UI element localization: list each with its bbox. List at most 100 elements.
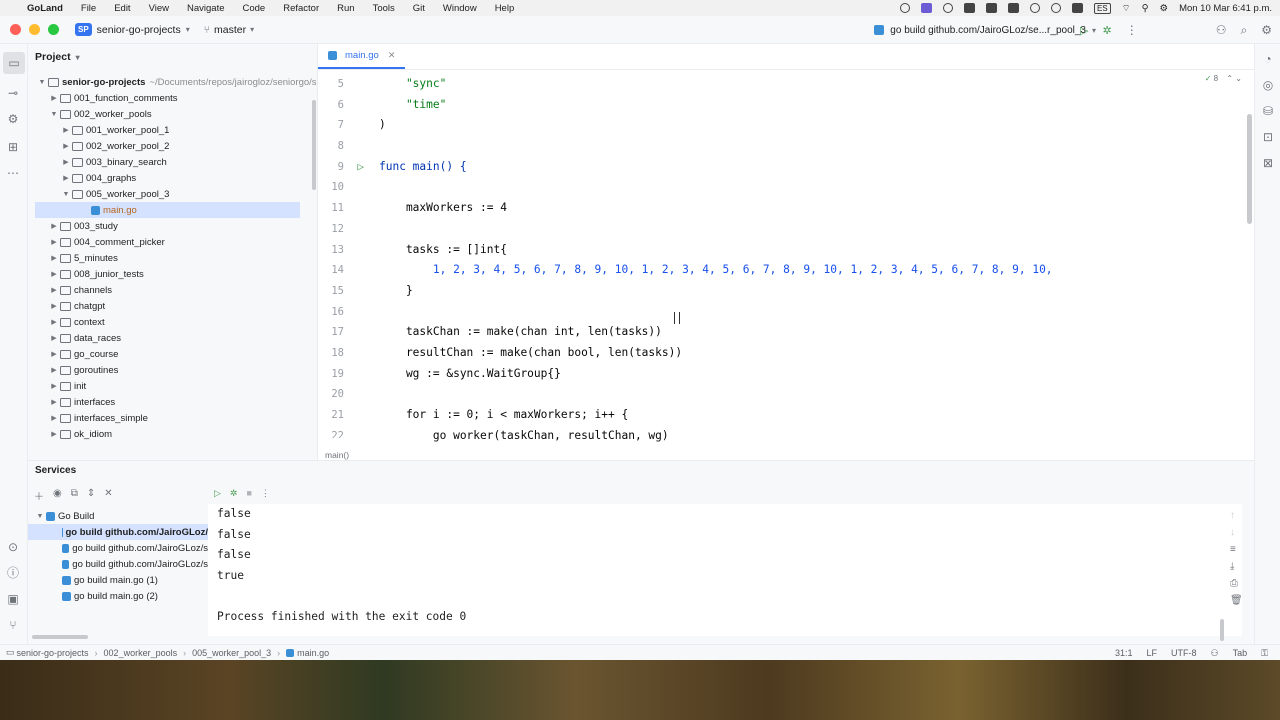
branch-switcher[interactable]: ⑂ master ▾ [204,24,254,36]
problems-tool-icon[interactable]: ⓘ [6,566,20,580]
tree-item[interactable]: ▼ 005_worker_pool_3 [28,186,318,202]
caret-position[interactable]: 31:1 [1115,648,1133,658]
chevron-right-icon[interactable]: ▶ [60,142,72,150]
chevron-right-icon[interactable]: ▶ [48,222,60,230]
stop-icon[interactable]: ■ [246,488,251,499]
menu-clock[interactable]: Mon 10 Mar 6:41 p.m. [1179,3,1272,14]
file-encoding[interactable]: UTF-8 [1171,648,1197,658]
lock-icon[interactable]: ⚿ [1261,648,1268,659]
search-everywhere-icon[interactable]: ⌕ [1241,23,1248,38]
chevron-right-icon[interactable]: ▶ [48,94,60,102]
tree-item[interactable]: ▶ 003_binary_search [28,154,318,170]
zoom-window-button[interactable] [48,24,59,35]
run-gutter-icon[interactable]: ▷ [357,157,364,178]
notifications-icon[interactable]: ◔ [1261,52,1275,66]
menu-code[interactable]: Code [234,3,275,14]
print-icon[interactable]: ⎙ [1230,578,1243,589]
database-icon[interactable]: ⛁ [1261,104,1275,118]
tree-item[interactable]: ▶ 008_junior_tests [28,266,318,282]
scroll-to-end-icon[interactable]: ⤓ [1230,561,1243,572]
tree-item[interactable]: ▶ interfaces_simple [28,410,318,426]
add-service-icon[interactable]: ＋ [34,488,44,503]
code-line[interactable]: "time" [379,95,1239,116]
code-area[interactable]: "sync" "time" ) func main() { maxWorkers… [379,74,1239,450]
chevron-right-icon[interactable]: ▶ [48,286,60,294]
breadcrumb-folder[interactable]: 002_worker_pools [104,648,178,658]
git-tool-icon[interactable]: ⑂ [6,618,20,632]
code-line[interactable] [379,302,1239,323]
service-item[interactable]: go build main.go (1) [28,572,208,588]
chevron-right-icon[interactable]: ▶ [48,318,60,326]
services-group[interactable]: ▼ Go Build [28,508,208,524]
close-tab-icon[interactable]: ✕ [388,50,396,61]
tab-main-go[interactable]: main.go ✕ [318,43,406,69]
code-line[interactable]: go worker(taskChan, resultChan, wg) [379,426,1239,447]
code-line[interactable]: wg := &sync.WaitGroup{} [379,364,1239,385]
code-line[interactable]: "sync" [379,74,1239,95]
chevron-down-icon[interactable]: ▼ [60,191,72,198]
tree-item[interactable]: ▶ go_course [28,346,318,362]
project-switcher[interactable]: SP senior-go-projects ▾ [75,23,190,36]
new-tab-icon[interactable]: ⧉ [71,488,78,503]
menu-edit[interactable]: Edit [105,3,139,14]
chevron-right-icon[interactable]: ▶ [48,350,60,358]
screen-record-icon[interactable] [920,3,932,13]
tree-item[interactable]: ▶ 001_worker_pool_1 [28,122,318,138]
assistant-chat-icon[interactable]: ⊠ [1261,156,1275,170]
tree-item[interactable]: ▶ context [28,314,318,330]
status-menu-icon-6[interactable] [1071,3,1083,13]
tree-item[interactable]: ▶ 004_graphs [28,170,318,186]
vcs-icon[interactable]: ⚇ [1211,648,1219,659]
play-icon[interactable] [1050,3,1061,13]
chevron-right-icon[interactable]: ▶ [48,382,60,390]
chevron-down-icon[interactable]: ▼ [34,513,46,520]
menu-window[interactable]: Window [434,3,486,14]
run-icon[interactable]: ▷ [1080,24,1088,37]
plugins-tool-icon[interactable]: ⊞ [6,140,20,154]
menu-app-name[interactable]: GoLand [18,3,72,14]
tree-item[interactable]: ▶ ok_idiom [28,426,318,442]
services-tool-icon[interactable]: ⊙ [6,540,20,554]
tree-item[interactable]: ▶ 002_worker_pool_2 [28,138,318,154]
project-vertical-scrollbar[interactable] [312,100,316,190]
service-item[interactable]: go build github.com/JairoGLoz/s [28,556,208,572]
wifi-icon[interactable]: ⌔ [1122,3,1131,14]
code-line[interactable]: maxWorkers := 4 [379,198,1239,219]
tree-item[interactable]: ▶ chatgpt [28,298,318,314]
scroll-down-icon[interactable]: ↓ [1230,527,1243,538]
chevron-down-icon[interactable]: ▼ [48,111,60,118]
run-configuration-selector[interactable]: go build github.com/JairoGLoz/se...r_poo… [874,16,1096,44]
chevron-right-icon[interactable]: ▶ [48,270,60,278]
control-center-toggle-icon[interactable]: ⚙ [1160,3,1169,14]
headphones-icon[interactable] [1029,3,1040,13]
status-menu-icon-2[interactable] [942,3,953,13]
chevron-right-icon[interactable]: ▶ [60,158,72,166]
chevron-down-icon[interactable]: ▼ [36,79,48,86]
services-horizontal-scrollbar[interactable] [32,635,88,639]
menu-tools[interactable]: Tools [364,3,404,14]
menu-help[interactable]: Help [486,3,524,14]
menu-git[interactable]: Git [404,3,434,14]
service-item-selected[interactable]: go build github.com/JairoGLoz/ [28,524,208,540]
code-line[interactable] [379,384,1239,405]
settings-icon[interactable]: ⚙ [1261,23,1272,37]
status-menu-icon-1[interactable] [899,3,910,13]
more-actions-icon[interactable]: ⋮ [1126,23,1138,37]
more-actions-icon[interactable]: ⋮ [261,488,270,499]
chevron-right-icon[interactable]: ▶ [48,366,60,374]
breadcrumb-subfolder[interactable]: 005_worker_pool_3 [192,648,271,658]
debug-icon[interactable]: ✲ [230,488,238,499]
terminal-tool-icon[interactable]: ▣ [6,592,20,606]
chevron-right-icon[interactable]: ▶ [48,334,60,342]
tree-item-selected[interactable]: main.go [35,202,300,218]
menu-run[interactable]: Run [328,3,363,14]
soft-wrap-icon[interactable]: ≡ [1230,544,1243,555]
ai-assistant-icon[interactable]: ◎ [1261,78,1275,92]
breadcrumb-project[interactable]: senior-go-projects [17,648,89,658]
clear-console-icon[interactable]: 🗑 [1230,595,1243,606]
tree-item[interactable]: ▶ init [28,378,318,394]
project-tool-icon[interactable]: ▭ [3,52,25,74]
menu-view[interactable]: View [140,3,178,14]
input-source[interactable]: ES [1093,2,1111,14]
chevron-right-icon[interactable]: ▶ [48,302,60,310]
